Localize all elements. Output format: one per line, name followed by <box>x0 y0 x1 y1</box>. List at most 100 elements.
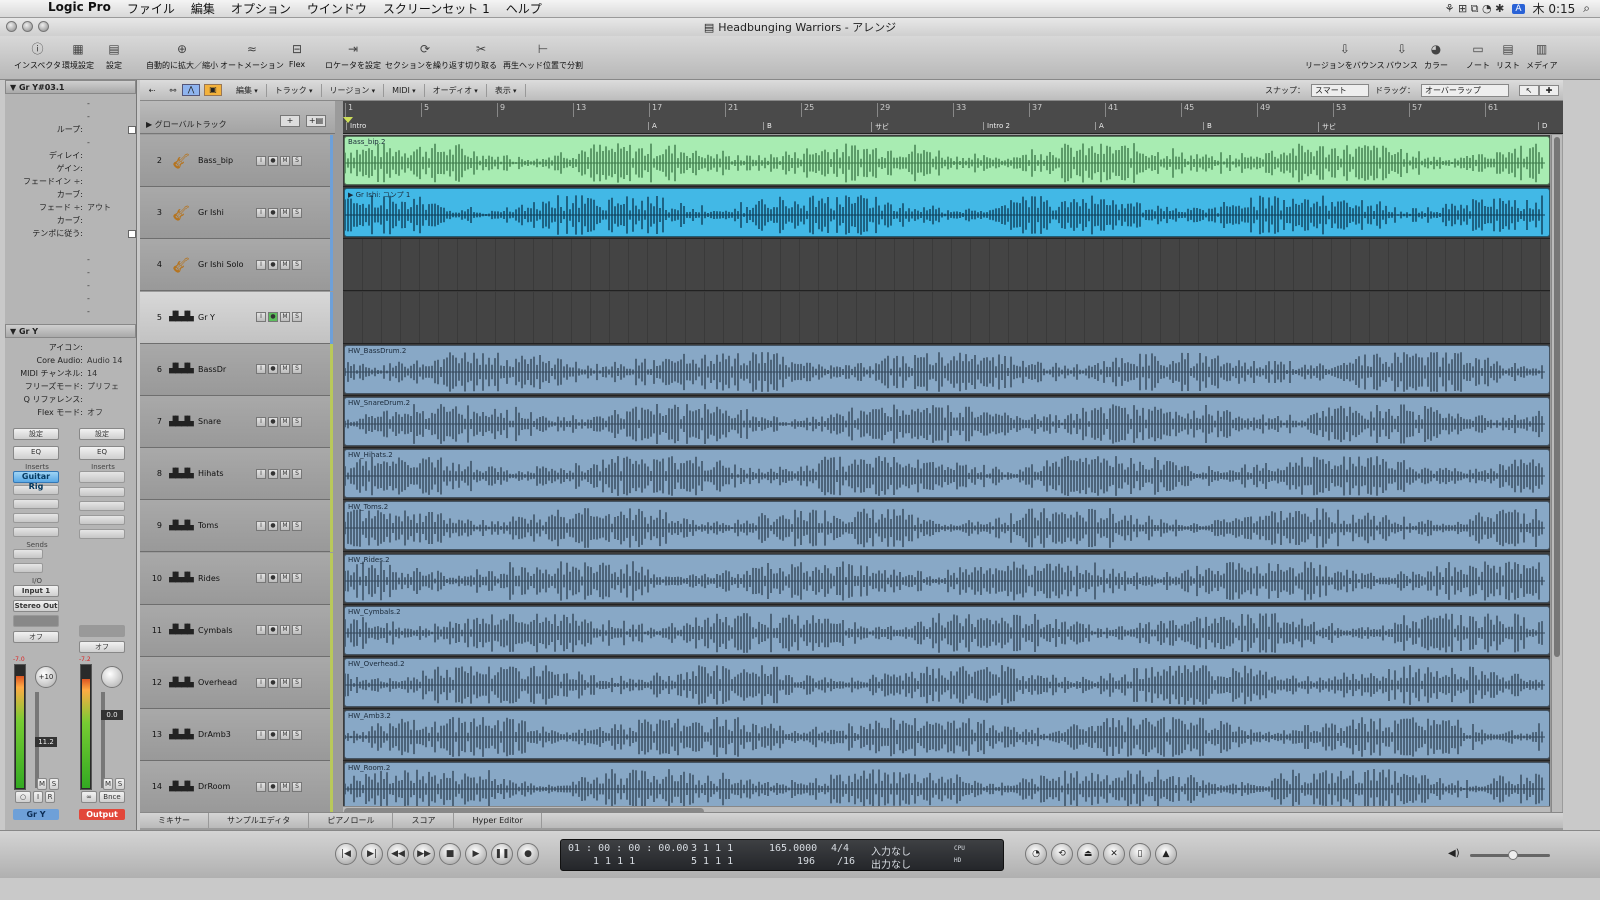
inspector-param[interactable]: フェードイン ÷: <box>5 175 136 188</box>
solo-button[interactable]: S <box>292 729 302 740</box>
mute-button[interactable]: M <box>280 155 290 166</box>
audio-region[interactable]: HW_BassDrum.2 <box>344 344 1550 394</box>
solo-button[interactable]: S <box>292 207 302 218</box>
notes-button[interactable]: ▭ ノート <box>1466 40 1490 71</box>
marker[interactable]: D <box>1538 122 1547 130</box>
editor-tab[interactable]: Hyper Editor <box>454 813 542 828</box>
insert-slot[interactable] <box>13 527 59 537</box>
stop-button[interactable]: ■ <box>439 843 461 865</box>
menu-item[interactable]: ファイル <box>119 0 183 17</box>
mute-button[interactable]: M <box>280 207 290 218</box>
marker[interactable]: A <box>1095 122 1104 130</box>
insert-slot[interactable] <box>13 499 59 509</box>
input-monitor-button[interactable]: I <box>256 155 266 166</box>
record-button[interactable]: ● <box>517 843 539 865</box>
mute-button[interactable]: M <box>280 729 290 740</box>
track-inspector-header[interactable]: ▼ Gr Y <box>5 324 136 338</box>
repeat-section-button[interactable]: ⟳ セクションを繰り返す <box>385 40 465 71</box>
input-monitor-button[interactable]: I <box>256 729 266 740</box>
arrange-lanes[interactable]: Bass_bip.2 ▶ Gr Ishi: コンプ 1 HW_BassDrum.2 H… <box>343 135 1550 806</box>
bounce-button[interactable]: ⇩ バウンス <box>1386 40 1418 71</box>
audio-region[interactable]: HW_Rides.2 <box>344 553 1550 603</box>
drag-select[interactable]: オーバーラップ <box>1421 83 1509 97</box>
insert-slot-plugin[interactable]: Guitar Rig <box>13 471 59 491</box>
spotlight-icon[interactable]: ⌕ <box>1583 1 1590 16</box>
solo-button[interactable]: S <box>292 677 302 688</box>
solo-button[interactable]: S <box>292 416 302 427</box>
record-enable-button[interactable]: R <box>45 791 55 803</box>
empty-lane[interactable] <box>343 239 1550 291</box>
pencil-tool-icon[interactable]: ✚ <box>1539 84 1559 96</box>
audio-region[interactable]: HW_Overhead.2 <box>344 658 1550 707</box>
settings-button[interactable]: 設定 <box>13 428 59 440</box>
track-header[interactable]: 8 ▟▙▟▙ Hihats I ● M S <box>140 448 333 501</box>
count-in-icon[interactable]: ◔ <box>1025 843 1047 865</box>
mute-button[interactable]: M <box>280 312 290 323</box>
mute-button[interactable]: M <box>280 520 290 531</box>
solo-button[interactable]: S <box>292 520 302 531</box>
menu-item[interactable]: ヘルプ <box>498 0 550 17</box>
record-enable-button[interactable]: ● <box>268 207 278 218</box>
input-monitor-button[interactable]: I <box>256 573 266 584</box>
checkbox[interactable] <box>128 229 136 238</box>
auto-zoom-button[interactable]: ⊕ 自動的に拡大／縮小 <box>146 40 218 71</box>
solo-button[interactable]: S <box>292 625 302 636</box>
solo-button[interactable]: S <box>292 781 302 792</box>
link-icon[interactable]: ⚯ <box>164 86 182 95</box>
input-monitor-button[interactable]: I <box>256 781 266 792</box>
record-enable-button[interactable]: ● <box>268 312 278 323</box>
audio-region[interactable]: HW_Amb3.2 <box>344 710 1550 760</box>
input-slot[interactable]: Input 1 <box>13 585 59 597</box>
track-lane[interactable]: HW_Rides.2 <box>343 553 1550 605</box>
record-enable-button[interactable]: ● <box>268 573 278 584</box>
audio-region[interactable]: HW_Cymbals.2 <box>344 605 1550 655</box>
mute-button[interactable]: M <box>280 259 290 270</box>
inspector-param[interactable]: - <box>5 305 136 318</box>
menu-item[interactable]: オプション <box>223 0 299 17</box>
flex-button[interactable]: ⊟ Flex <box>287 40 307 70</box>
record-enable-button[interactable]: ● <box>268 625 278 636</box>
bounce-button[interactable]: Bnce <box>99 791 125 803</box>
input-monitor-button[interactable]: I <box>256 259 266 270</box>
inspector-param[interactable]: MIDI チャンネル: 14 <box>5 367 136 380</box>
output-slot[interactable]: Stereo Out <box>13 600 59 612</box>
insert-slot[interactable] <box>79 515 125 525</box>
solo-button[interactable]: S <box>115 778 125 790</box>
record-enable-button[interactable]: ● <box>268 155 278 166</box>
solo-button[interactable]: S <box>292 468 302 479</box>
inspector-param[interactable]: テンポに従う: <box>5 227 136 240</box>
input-monitor-button[interactable]: I <box>256 520 266 531</box>
input-monitor-button[interactable]: I <box>256 207 266 218</box>
inspector-param[interactable]: カーブ: <box>5 188 136 201</box>
track-header[interactable]: 2 🎸︎ Bass_bip I ● M S <box>140 135 333 187</box>
inspector-param[interactable]: ゲイン: <box>5 162 136 175</box>
track-lane[interactable] <box>343 291 1550 344</box>
mute-button[interactable]: M <box>280 364 290 375</box>
inspector-param[interactable]: - <box>5 279 136 292</box>
record-enable-button[interactable]: ● <box>268 520 278 531</box>
go-to-start-button[interactable]: |◀ <box>335 843 357 865</box>
audio-region[interactable]: HW_SnareDrum.2 <box>344 397 1550 446</box>
menu-app[interactable]: Logic Pro <box>40 0 119 17</box>
record-enable-button[interactable]: ● <box>268 364 278 375</box>
preferences-button[interactable]: ▦ 環境設定 <box>62 40 94 71</box>
track-lane[interactable]: ▶ Gr Ishi: コンプ 1 <box>343 187 1550 240</box>
eq-button[interactable]: EQ <box>79 446 125 460</box>
track-header[interactable]: 11 ▟▙▟▙ Cymbals I ● M S <box>140 604 333 657</box>
mute-button[interactable]: M <box>280 573 290 584</box>
track-header[interactable]: 9 ▟▙▟▙ Toms I ● M S <box>140 500 333 553</box>
inspector-param[interactable]: - <box>5 266 136 279</box>
inspector-param[interactable]: - <box>5 110 136 123</box>
editor-tab[interactable]: スコア <box>393 813 455 828</box>
cut-button[interactable]: ✂ 切り取る <box>465 40 497 71</box>
mute-button[interactable]: M <box>103 778 113 790</box>
media-button[interactable]: ▥ メディア <box>1526 40 1557 71</box>
menu-item[interactable]: スクリーンセット 1 <box>375 0 498 17</box>
insert-slot[interactable] <box>79 471 125 483</box>
marker[interactable]: A <box>648 122 657 130</box>
inspector-param[interactable]: - <box>5 136 136 149</box>
group-slot[interactable] <box>79 625 125 637</box>
minimize-window-button[interactable] <box>22 21 33 32</box>
track-lane[interactable] <box>343 239 1550 292</box>
marker[interactable]: B <box>763 122 772 130</box>
